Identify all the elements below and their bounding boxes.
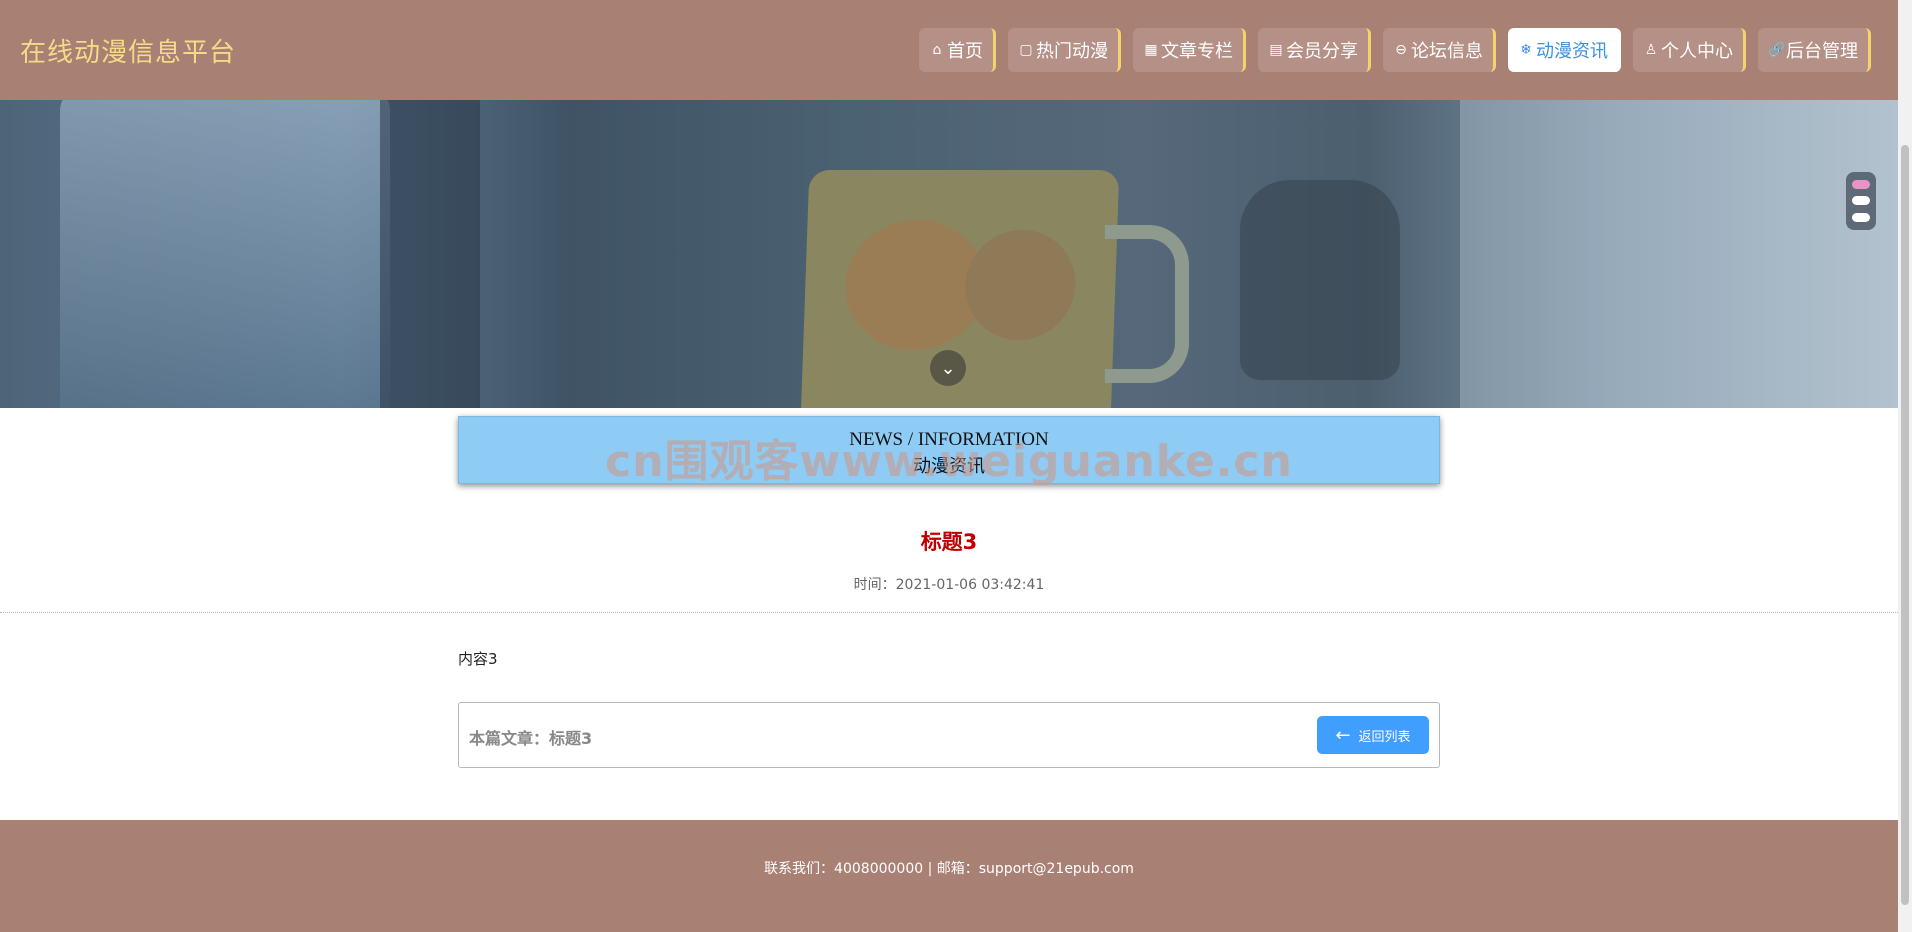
footer-contact: 联系我们：4008000000 | 邮箱：support@21epub.com [764,861,1134,877]
article-time: 时间：2021-01-06 03:42:41 [853,577,1045,593]
banner-window-light [1460,100,1898,408]
nav-item-label: 文章专栏 [1161,41,1233,62]
banner-jar-illustration [1240,180,1400,380]
list-icon: ▤ [1269,42,1283,58]
site-brand[interactable]: 在线动漫信息平台 [20,32,236,69]
nav-item-label: 会员分享 [1286,41,1358,62]
nav-item-personal-center[interactable]: ♙ 个人中心 [1633,28,1746,72]
side-toolbar-item[interactable] [1852,213,1870,223]
chevron-down-icon: ⌄ [940,357,956,378]
banner-vase-illustration [60,100,390,408]
forum-icon: ⊖ [1395,42,1407,58]
back-to-list-label: 返回列表 [1358,729,1411,745]
header: 在线动漫信息平台 ⌂ 首页 ▢ 热门动漫 ▦ 文章专栏 ▤ 会员分享 ⊖ 论坛信… [0,0,1898,100]
divider [0,612,1898,613]
nav-item-label: 后台管理 [1786,41,1858,62]
article-nav-bar: 本篇文章：标题3 ← 返回列表 [458,702,1440,768]
nav-item-member-share[interactable]: ▤ 会员分享 [1258,28,1371,72]
nav-item-label: 首页 [947,41,983,62]
side-toolbar [1846,172,1876,230]
side-toolbar-item[interactable] [1852,196,1870,206]
user-icon: ♙ [1644,42,1658,58]
article-content: 内容3 [458,650,498,668]
back-to-list-button[interactable]: ← 返回列表 [1317,716,1429,754]
nav-item-anime-news[interactable]: ❄ 动漫资讯 [1508,28,1621,72]
page-scrollbar[interactable] [1898,0,1912,932]
side-toolbar-item[interactable] [1852,179,1870,189]
scroll-down-button[interactable]: ⌄ [930,350,966,386]
link-icon: 🔗 [1768,42,1786,58]
watermark: cn围观客www.weiguanke.cn [605,436,1293,487]
nav-item-forum[interactable]: ⊖ 论坛信息 [1383,28,1496,72]
hero-banner: ⌄ [0,100,1898,408]
nav-item-article-column[interactable]: ▦ 文章专栏 [1133,28,1246,72]
home-icon: ⌂ [932,42,942,58]
nav-item-admin[interactable]: 🔗 后台管理 [1758,28,1871,72]
footer: 联系我们：4008000000 | 邮箱：support@21epub.com [0,820,1898,932]
page: 在线动漫信息平台 ⌂ 首页 ▢ 热门动漫 ▦ 文章专栏 ▤ 会员分享 ⊖ 论坛信… [0,0,1898,932]
document-icon: ▢ [1019,42,1033,58]
section-title-box: NEWS / INFORMATION 动漫资讯 cn围观客www.weiguan… [458,416,1440,487]
snowflake-icon: ❄ [1520,42,1532,58]
nav-item-label: 动漫资讯 [1536,41,1608,62]
banner-window-frame [380,100,480,408]
article-title: 标题3 [920,530,978,554]
grid-icon: ▦ [1144,42,1158,58]
nav-item-label: 论坛信息 [1411,41,1483,62]
nav-item-label: 热门动漫 [1036,41,1108,62]
scrollbar-thumb[interactable] [1901,145,1909,905]
nav-item-home[interactable]: ⌂ 首页 [919,28,996,72]
nav-item-label: 个人中心 [1661,41,1733,62]
nav-item-hot-anime[interactable]: ▢ 热门动漫 [1008,28,1121,72]
cup-pattern [963,230,1078,340]
arrow-left-icon: ← [1335,724,1351,746]
main-nav: ⌂ 首页 ▢ 热门动漫 ▦ 文章专栏 ▤ 会员分享 ⊖ 论坛信息 ❄ 动漫资讯 [919,28,1871,72]
current-article-label: 本篇文章：标题3 [469,729,593,748]
banner-cup-handle [1105,225,1189,383]
